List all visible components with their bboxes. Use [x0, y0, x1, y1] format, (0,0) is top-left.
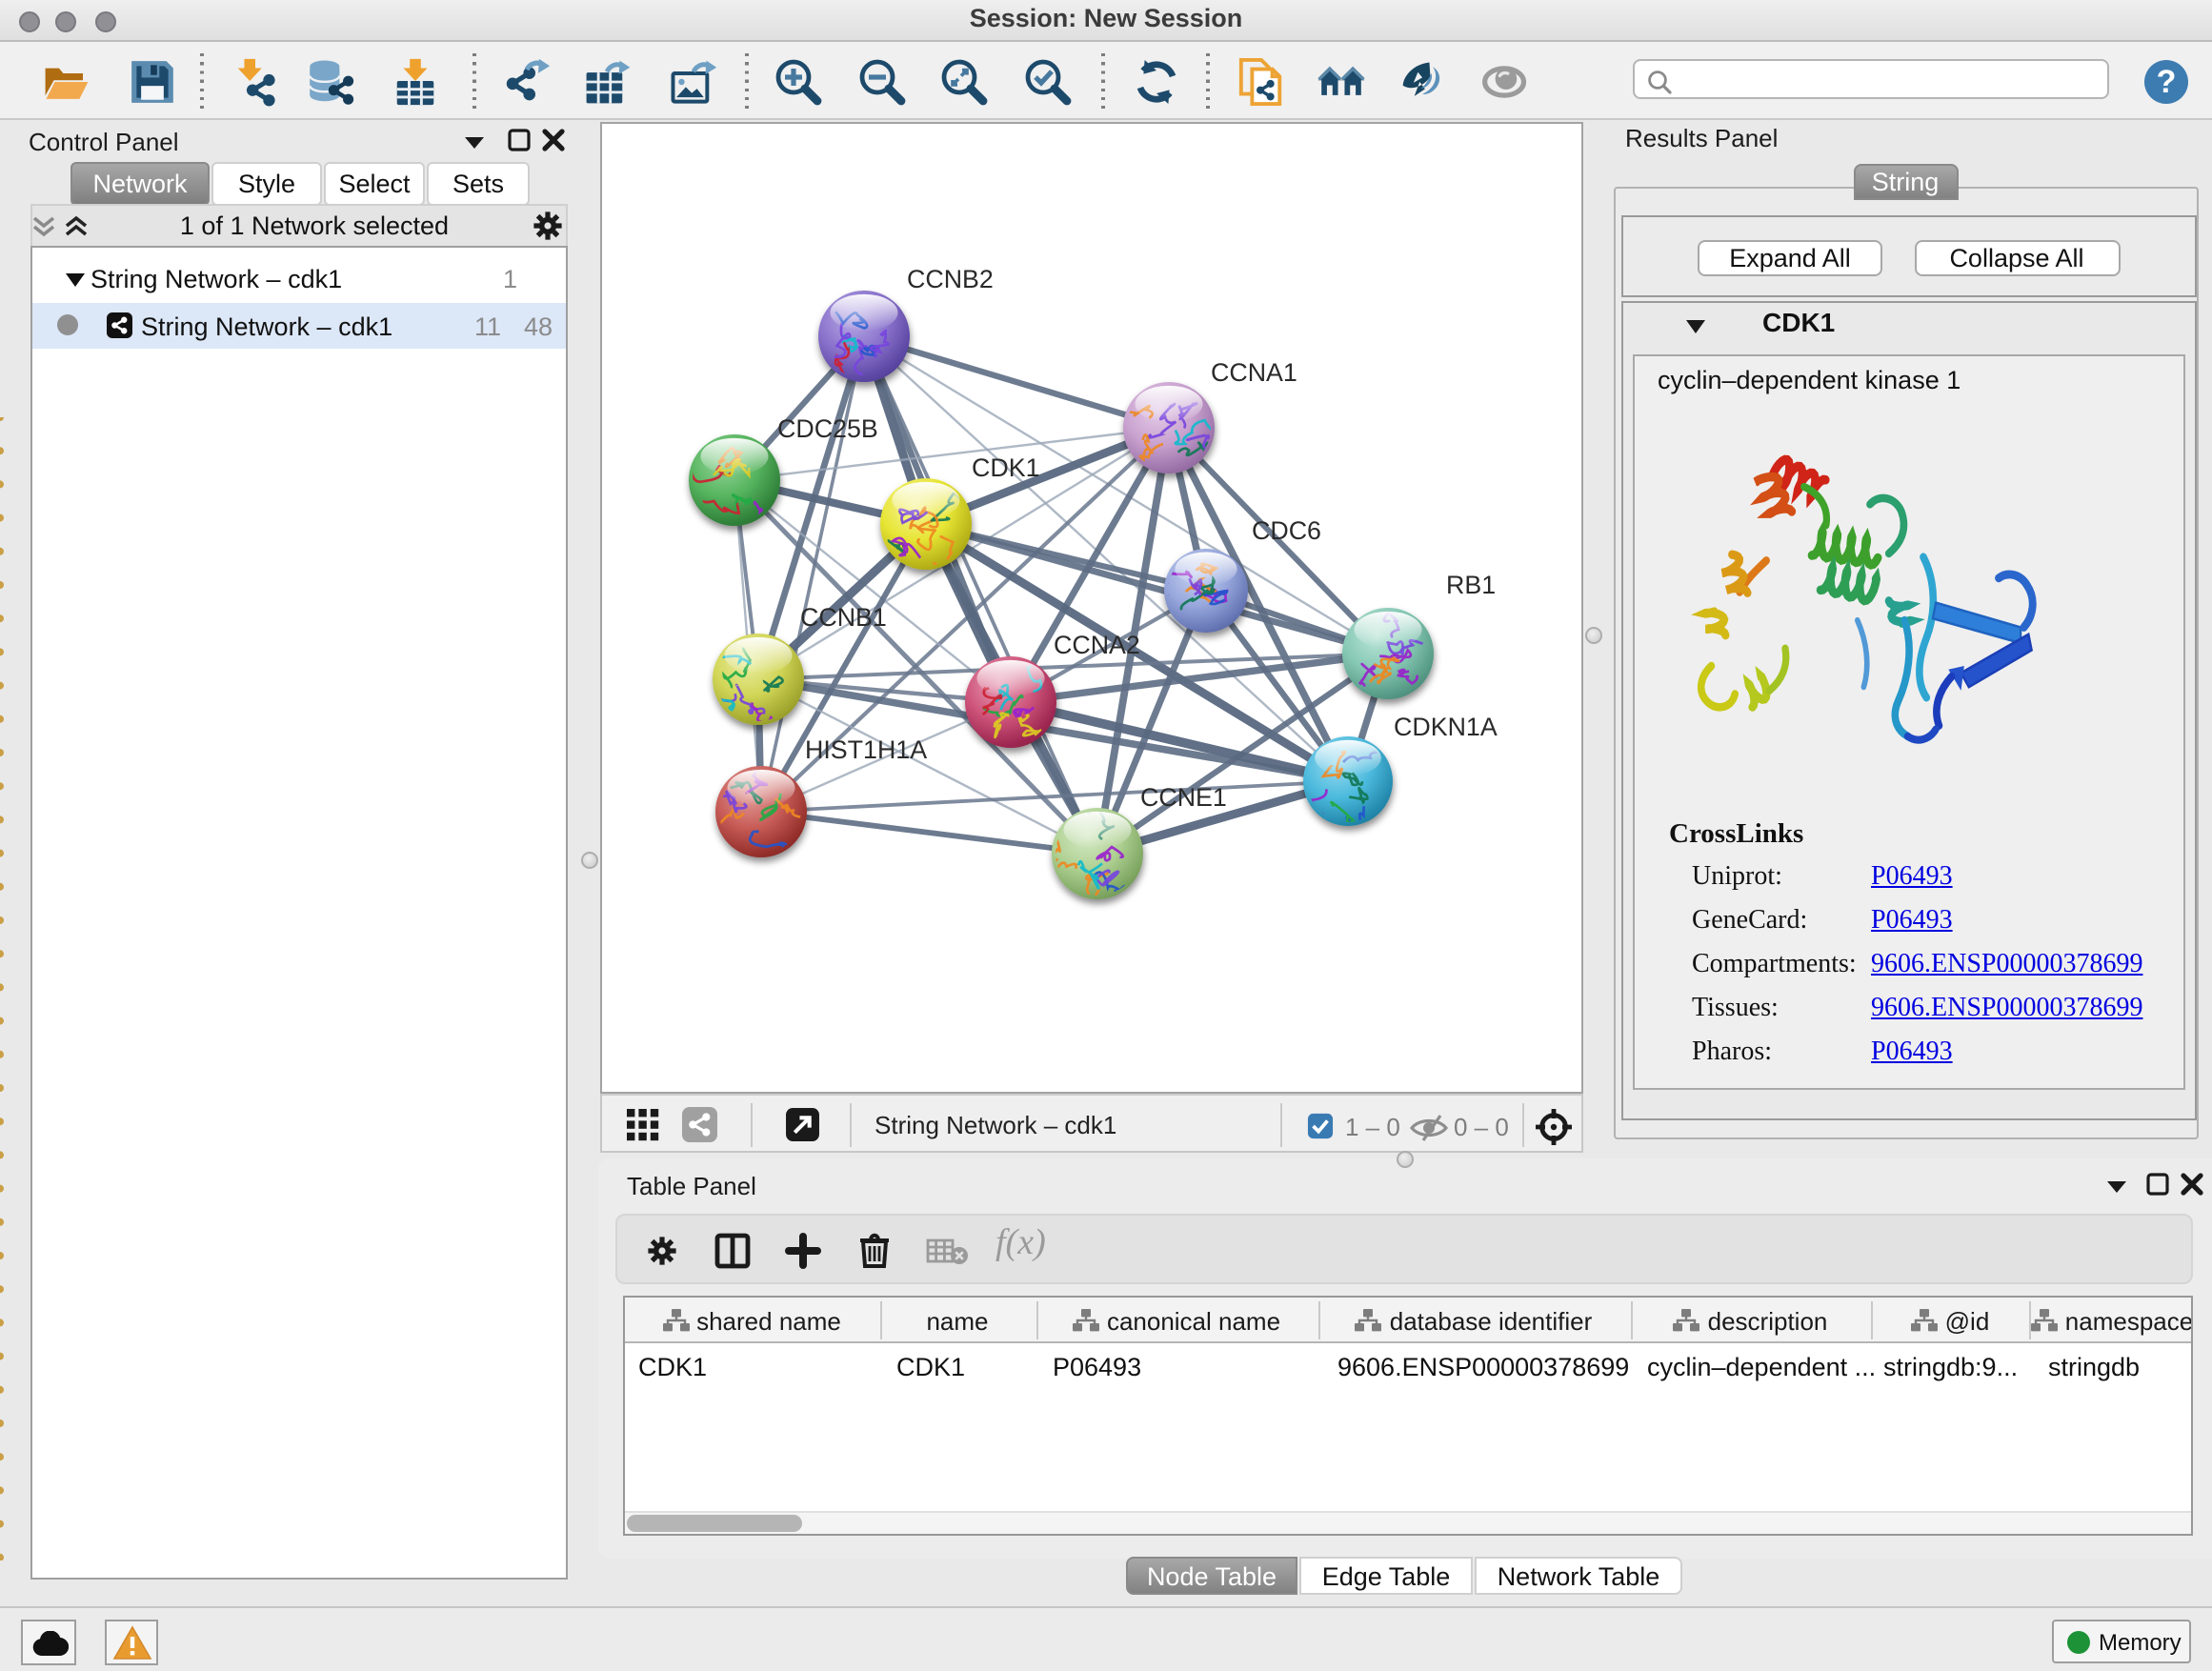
svg-text:CDK1: CDK1 [972, 453, 1039, 482]
svg-text:CCNB2: CCNB2 [907, 265, 994, 293]
svg-text:CCNE1: CCNE1 [1140, 783, 1227, 812]
svg-text:CDC25B: CDC25B [777, 414, 878, 443]
svg-text:?: ? [2157, 64, 2177, 100]
svg-text:CDC6: CDC6 [1252, 516, 1321, 545]
svg-text:RB1: RB1 [1446, 571, 1496, 599]
svg-text:CCNA1: CCNA1 [1211, 358, 1297, 387]
svg-text:CCNB1: CCNB1 [800, 603, 887, 632]
svg-text:CDKN1A: CDKN1A [1394, 713, 1498, 741]
svg-text:HIST1H1A: HIST1H1A [805, 735, 927, 764]
svg-text:CCNA2: CCNA2 [1054, 631, 1140, 659]
